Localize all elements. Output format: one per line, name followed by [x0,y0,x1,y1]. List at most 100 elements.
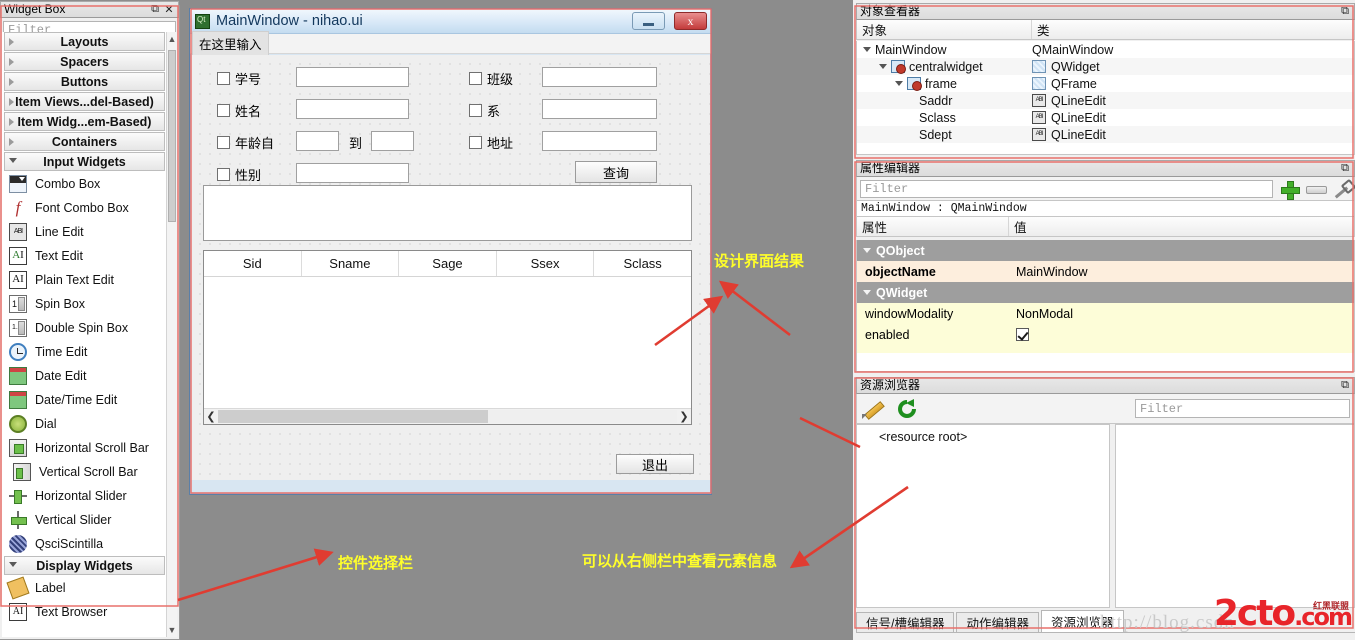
checkbox-sclass[interactable] [469,72,482,85]
widget-item-spin-box[interactable]: 1 Spin Box [2,292,177,316]
widget-group-input-widgets[interactable]: Input Widgets [4,152,165,171]
widget-item-date-edit[interactable]: Date Edit [2,364,177,388]
resource-root-node[interactable]: <resource root> [879,430,967,444]
table-header-sid[interactable]: Sid [204,251,302,276]
table-row[interactable]: Sclass ABI QLineEdit [857,109,1354,126]
input-sclass[interactable] [542,67,657,87]
checkbox-sid[interactable] [217,72,230,85]
property-value[interactable]: MainWindow [1016,265,1088,279]
input-sid[interactable] [296,67,409,87]
column-header-class[interactable]: 类 [1032,20,1354,39]
widget-item-double-spin-box[interactable]: 1.2 Double Spin Box [2,316,177,340]
column-header-property[interactable]: 属性 [857,217,1009,236]
chevron-down-icon[interactable] [879,64,887,69]
scroll-right-icon[interactable]: ❯ [677,410,691,423]
minimize-button[interactable] [632,12,665,30]
object-inspector-tree[interactable]: MainWindow QMainWindow centralwidget QWi… [856,41,1355,155]
property-group-qobject[interactable]: QObject [857,240,1354,261]
column-header-object[interactable]: 对象 [857,20,1032,39]
widget-group-containers[interactable]: Containers [4,132,165,151]
table-row[interactable]: Saddr ABI QLineEdit [857,92,1354,109]
widget-box-scrollbar[interactable]: ▲ ▼ [166,32,177,637]
widget-item-line-edit[interactable]: ABI Line Edit [2,220,177,244]
table-row[interactable]: MainWindow QMainWindow [857,41,1354,58]
form-menubar[interactable]: 在这里输入 [190,31,711,56]
remove-property-icon[interactable] [1305,179,1327,199]
input-sage-to[interactable] [371,131,414,151]
design-canvas[interactable]: MainWindow - nihao.ui x 在这里输入 学号 姓名 [180,0,853,640]
input-sage-from[interactable] [296,131,339,151]
restore-icon[interactable]: ⧉ [1338,379,1352,393]
checkbox-saddr[interactable] [469,136,482,149]
property-row-partial[interactable] [857,345,1354,353]
column-header-value[interactable]: 值 [1009,217,1354,236]
widget-item-time-edit[interactable]: Time Edit [2,340,177,364]
menubar-type-here[interactable]: 在这里输入 [192,31,269,56]
widget-item-horizontal-scroll-bar[interactable]: Horizontal Scroll Bar [2,436,177,460]
table-header-sname[interactable]: Sname [302,251,400,276]
chevron-down-icon[interactable] [863,47,871,52]
results-text-area[interactable] [203,185,692,241]
table-horizontal-scrollbar[interactable]: ❮ ❯ [204,408,691,424]
widget-group-item-views[interactable]: Item Views...del-Based) [4,92,165,111]
property-value[interactable]: NonModal [1016,307,1073,321]
chevron-down-icon[interactable] [895,81,903,86]
property-editor-rows[interactable]: QObject objectName MainWindow QWidget wi… [856,240,1355,372]
enabled-checkbox[interactable] [1016,328,1029,341]
table-row[interactable]: centralwidget QWidget [857,58,1354,75]
property-filter-input[interactable]: Filter [860,179,1273,198]
property-row-objectname[interactable]: objectName MainWindow [857,261,1354,282]
checkbox-ssex[interactable] [217,168,230,181]
table-row[interactable]: Sdept ABI QLineEdit [857,126,1354,143]
table-header-sage[interactable]: Sage [399,251,497,276]
form-preview-window[interactable]: MainWindow - nihao.ui x 在这里输入 学号 姓名 [189,8,712,495]
checkbox-sname[interactable] [217,104,230,117]
input-saddr[interactable] [542,131,657,151]
exit-button[interactable]: 退出 [616,454,694,474]
property-group-qwidget[interactable]: QWidget [857,282,1354,303]
widget-item-label[interactable]: Label [2,576,177,600]
checkbox-sdept[interactable] [469,104,482,117]
scrollbar-thumb[interactable] [218,410,488,423]
widget-item-date-time-edit[interactable]: Date/Time Edit [2,388,177,412]
restore-icon[interactable]: ⧉ [1338,5,1352,19]
close-button[interactable]: x [674,12,707,30]
widget-group-item-widgets[interactable]: Item Widg...em-Based) [4,112,165,131]
scrollbar-track[interactable] [218,410,677,423]
form-design-area[interactable]: 学号 姓名 年龄自 到 性别 班级 系 地址 查询 Sid Sname Sage… [191,55,710,480]
widget-group-buttons[interactable]: Buttons [4,72,165,91]
table-header-sclass[interactable]: Sclass [594,251,691,276]
resource-tree[interactable]: <resource root> [856,424,1110,608]
widget-item-vertical-slider[interactable]: Vertical Slider [2,508,177,532]
scroll-left-icon[interactable]: ❮ [204,410,218,423]
widget-item-text-edit[interactable]: AI Text Edit [2,244,177,268]
widget-item-qsciscintilla[interactable]: QsciScintilla [2,532,177,556]
widget-item-horizontal-slider[interactable]: Horizontal Slider [2,484,177,508]
table-header-ssex[interactable]: Ssex [497,251,595,276]
input-sdept[interactable] [542,99,657,119]
tab-action-editor[interactable]: 动作编辑器 [956,612,1039,632]
widget-item-combo-box[interactable]: Combo Box [2,172,177,196]
configure-icon[interactable] [1331,179,1351,199]
widget-group-display-widgets[interactable]: Display Widgets [4,556,165,575]
widget-item-dial[interactable]: Dial [2,412,177,436]
property-row-enabled[interactable]: enabled [857,324,1354,345]
widget-item-vertical-scroll-bar[interactable]: Vertical Scroll Bar [2,460,177,484]
input-ssex[interactable] [296,163,409,183]
scroll-down-icon[interactable]: ▼ [167,623,177,637]
restore-icon[interactable]: ⧉ [1338,162,1352,176]
restore-icon[interactable]: ⧉ [148,3,162,17]
query-button[interactable]: 查询 [575,161,657,183]
input-sname[interactable] [296,99,409,119]
tab-signal-slot-editor[interactable]: 信号/槽编辑器 [856,612,955,632]
widget-group-layouts[interactable]: Layouts [4,32,165,51]
pencil-edit-icon[interactable] [861,397,885,421]
close-icon[interactable]: ✕ [162,3,176,17]
widget-group-spacers[interactable]: Spacers [4,52,165,71]
scroll-up-icon[interactable]: ▲ [167,32,177,46]
widget-box-list[interactable]: Layouts Spacers Buttons Item Views...del… [2,32,177,637]
scrollbar-thumb[interactable] [168,50,176,222]
widget-item-font-combo-box[interactable]: f Font Combo Box [2,196,177,220]
reload-icon[interactable] [895,397,919,421]
add-property-icon[interactable] [1279,179,1300,200]
